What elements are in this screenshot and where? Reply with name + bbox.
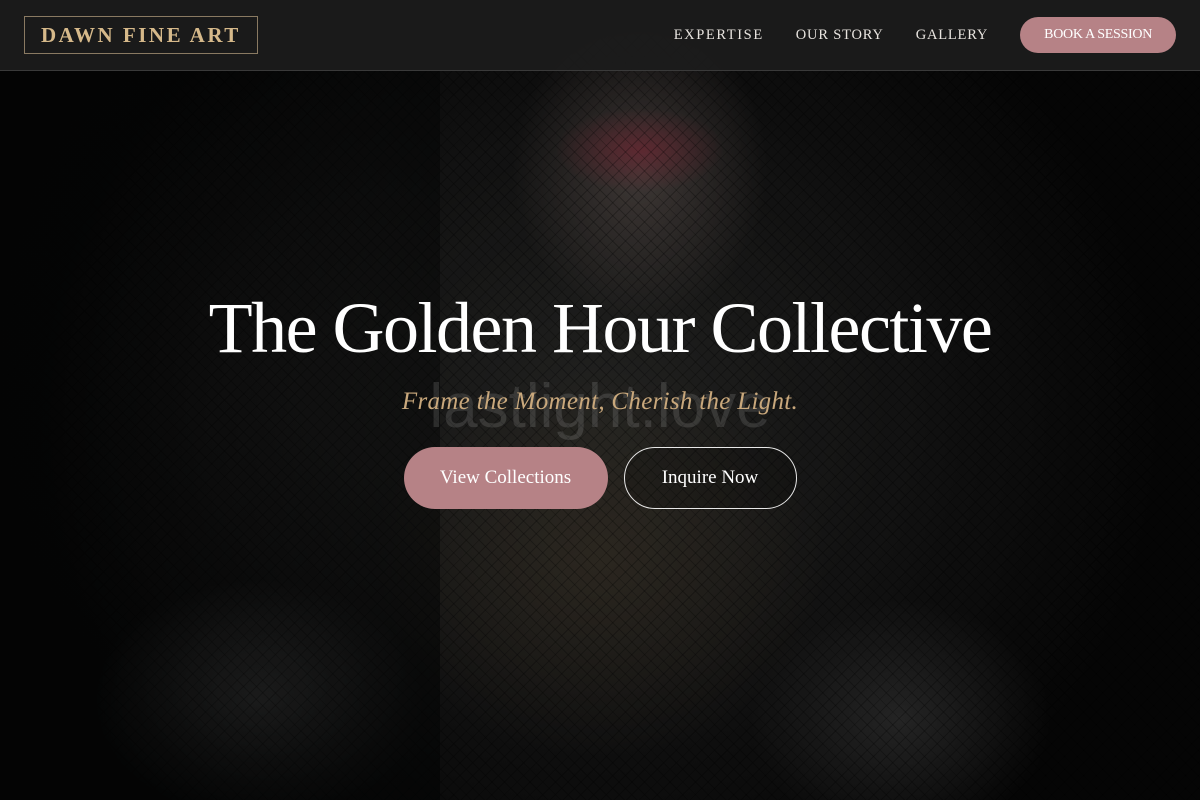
main-nav: EXPERTISE OUR STORY GALLERY BOOK A SESSI… bbox=[674, 17, 1176, 53]
inquire-now-button[interactable]: Inquire Now bbox=[623, 447, 797, 509]
hero-actions: View Collections Inquire Now bbox=[0, 447, 1200, 509]
site-header: DAWN FINE ART EXPERTISE OUR STORY GALLER… bbox=[0, 0, 1200, 71]
brand-logo[interactable]: DAWN FINE ART bbox=[24, 16, 258, 54]
book-session-button[interactable]: BOOK A SESSION bbox=[1020, 17, 1176, 53]
hero-section: The Golden Hour Collective lastlight.lov… bbox=[0, 280, 1200, 509]
nav-link-expertise[interactable]: EXPERTISE bbox=[674, 27, 764, 44]
nav-link-our-story[interactable]: OUR STORY bbox=[796, 27, 884, 44]
nav-link-gallery[interactable]: GALLERY bbox=[916, 27, 988, 44]
page: DAWN FINE ART EXPERTISE OUR STORY GALLER… bbox=[0, 0, 1200, 800]
hero-title: The Golden Hour Collective bbox=[208, 288, 993, 368]
hero-tagline: Frame the Moment, Cherish the Light. bbox=[401, 388, 799, 415]
tagline-container: lastlight.love Frame the Moment, Cherish… bbox=[0, 376, 1200, 438]
view-collections-button[interactable]: View Collections bbox=[403, 447, 608, 509]
